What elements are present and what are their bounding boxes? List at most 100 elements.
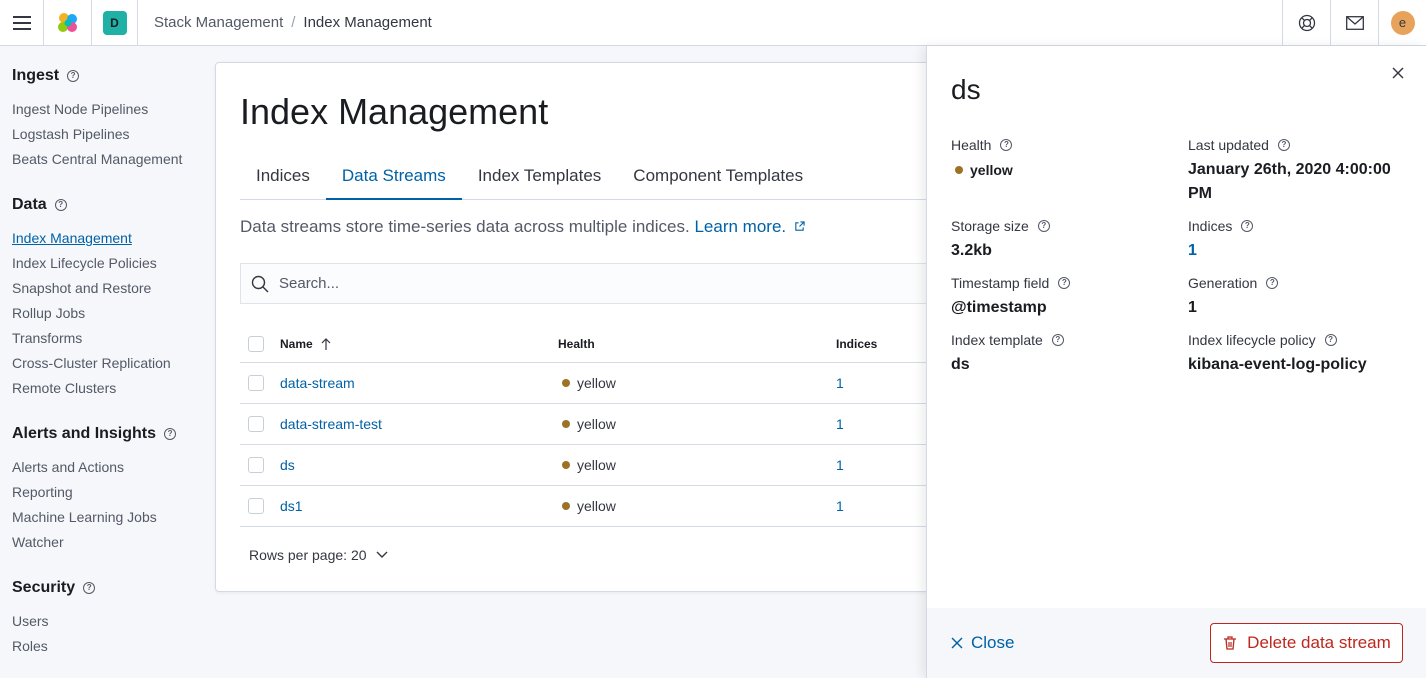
search-icon xyxy=(251,275,269,292)
space-selector[interactable]: D xyxy=(92,0,138,46)
field-value: ds xyxy=(951,356,970,373)
question-icon[interactable]: ? xyxy=(1266,277,1279,289)
sidebar-item-alerts-and-actions[interactable]: Alerts and Actions xyxy=(12,455,210,480)
sidebar-item-machine-learning-jobs[interactable]: Machine Learning Jobs xyxy=(12,505,210,530)
breadcrumb-separator: / xyxy=(291,14,296,31)
rows-per-page-label: Rows per page: 20 xyxy=(249,547,367,563)
field-label: Storage size xyxy=(951,218,1029,234)
sidebar-item-remote-clusters[interactable]: Remote Clusters xyxy=(12,376,210,401)
learn-more-link[interactable]: Learn more. xyxy=(694,217,805,236)
close-button-label: Close xyxy=(971,633,1015,652)
sidebar-item-watcher[interactable]: Watcher xyxy=(12,530,210,555)
sidebar-item-logstash-pipelines[interactable]: Logstash Pipelines xyxy=(12,122,210,147)
help-menu-button[interactable] xyxy=(1282,0,1330,46)
indices-count-link[interactable]: 1 xyxy=(836,416,844,432)
health-status: yellow xyxy=(577,375,616,391)
sidebar-item-users[interactable]: Users xyxy=(12,609,210,634)
row-checkbox[interactable] xyxy=(248,416,264,432)
sidebar-item-reporting[interactable]: Reporting xyxy=(12,480,210,505)
delete-data-stream-button[interactable]: Delete data stream xyxy=(1210,623,1403,663)
sidebar-item-transforms[interactable]: Transforms xyxy=(12,326,210,351)
question-icon[interactable]: ? xyxy=(83,582,96,594)
health-dot-icon xyxy=(562,461,570,469)
indices-count-link[interactable]: 1 xyxy=(836,498,844,514)
sidebar-item-snapshot-and-restore[interactable]: Snapshot and Restore xyxy=(12,276,210,301)
nav-group-title-text: Security xyxy=(12,579,76,596)
flyout-title: ds xyxy=(951,74,981,105)
hamburger-icon xyxy=(12,15,31,30)
data-stream-name-link[interactable]: data-stream xyxy=(280,375,355,391)
tab-data-streams[interactable]: Data Streams xyxy=(325,159,462,200)
nav-group-title: Alerts and Insights? xyxy=(12,422,210,446)
nav-group-title-text: Alerts and Insights xyxy=(12,425,157,442)
search-input[interactable] xyxy=(279,275,879,292)
table-header-row: Name Health Indices xyxy=(240,325,976,363)
tab-index-templates[interactable]: Index Templates xyxy=(462,159,617,200)
row-checkbox[interactable] xyxy=(248,498,264,514)
column-header-name[interactable]: Name xyxy=(280,337,558,351)
sidebar-item-rollup-jobs[interactable]: Rollup Jobs xyxy=(12,301,210,326)
indices-count-link[interactable]: 1 xyxy=(836,457,844,473)
row-checkbox[interactable] xyxy=(248,457,264,473)
menu-button[interactable] xyxy=(0,0,44,46)
sidebar-item-roles[interactable]: Roles xyxy=(12,634,210,659)
field-generation: Generation? 1 xyxy=(1188,274,1418,320)
field-label: Index template xyxy=(951,332,1043,348)
field-value: @timestamp xyxy=(951,299,1047,316)
tab-indices[interactable]: Indices xyxy=(240,159,326,200)
nav-group-security: Security? Users Roles xyxy=(12,576,210,659)
data-stream-detail-flyout: ds Health? yellow Last updated? January … xyxy=(926,46,1426,678)
sidebar-item-cross-cluster-replication[interactable]: Cross-Cluster Replication xyxy=(12,351,210,376)
question-icon[interactable]: ? xyxy=(54,199,67,211)
elastic-logo[interactable] xyxy=(44,0,92,46)
table-row: ds1 yellow 1 xyxy=(240,486,976,527)
user-avatar: e xyxy=(1390,10,1415,35)
question-icon[interactable]: ? xyxy=(164,428,177,440)
close-icon xyxy=(951,637,963,649)
health-dot-icon xyxy=(562,379,570,387)
table-row: ds yellow 1 xyxy=(240,445,976,486)
tab-component-templates[interactable]: Component Templates xyxy=(617,159,819,200)
field-value: January 26th, 2020 4:00:00 PM xyxy=(1188,161,1391,202)
newsfeed-button[interactable] xyxy=(1330,0,1378,46)
sidebar-item-index-management[interactable]: Index Management xyxy=(12,226,210,251)
page-description: Data streams store time-series data acro… xyxy=(240,217,805,237)
breadcrumb-stack-management[interactable]: Stack Management xyxy=(154,14,283,31)
sidebar-item-ingest-node-pipelines[interactable]: Ingest Node Pipelines xyxy=(12,97,210,122)
space-avatar: D xyxy=(102,10,127,35)
question-icon[interactable]: ? xyxy=(1058,277,1071,289)
user-menu-button[interactable]: e xyxy=(1378,0,1426,46)
row-checkbox[interactable] xyxy=(248,375,264,391)
learn-more-text: Learn more. xyxy=(694,217,787,236)
data-stream-name-link[interactable]: data-stream-test xyxy=(280,416,382,432)
data-stream-name-link[interactable]: ds1 xyxy=(280,498,303,514)
question-icon[interactable]: ? xyxy=(1241,220,1254,232)
field-label: Generation xyxy=(1188,275,1258,291)
question-icon[interactable]: ? xyxy=(1000,139,1013,151)
sidebar-item-beats-central-management[interactable]: Beats Central Management xyxy=(12,147,210,172)
external-link-icon xyxy=(795,221,805,231)
select-all-checkbox[interactable] xyxy=(248,335,264,352)
question-icon[interactable]: ? xyxy=(1277,139,1290,151)
close-icon[interactable] xyxy=(1392,67,1404,79)
field-label: Last updated xyxy=(1188,137,1269,153)
question-icon[interactable]: ? xyxy=(1051,334,1064,346)
field-label: Health xyxy=(951,137,992,153)
question-icon[interactable]: ? xyxy=(1324,334,1337,346)
health-dot-icon xyxy=(562,420,570,428)
field-label: Index lifecycle policy xyxy=(1188,332,1316,348)
rows-per-page-selector[interactable]: Rows per page: 20 xyxy=(249,547,389,563)
mail-icon xyxy=(1345,15,1364,30)
nav-group-title-text: Data xyxy=(12,196,47,213)
nav-group-ingest: Ingest? Ingest Node Pipelines Logstash P… xyxy=(12,64,210,172)
indices-link[interactable]: 1 xyxy=(1188,239,1418,263)
health-status: yellow xyxy=(577,457,616,473)
close-button[interactable]: Close xyxy=(951,633,1014,653)
nav-group-alerts-and-insights: Alerts and Insights? Alerts and Actions … xyxy=(12,422,210,555)
question-icon[interactable]: ? xyxy=(1037,220,1050,232)
question-icon[interactable]: ? xyxy=(67,70,80,82)
indices-count-link[interactable]: 1 xyxy=(836,375,844,391)
sidebar-item-index-lifecycle-policies[interactable]: Index Lifecycle Policies xyxy=(12,251,210,276)
data-stream-name-link[interactable]: ds xyxy=(280,457,295,473)
nav-group-title: Data? xyxy=(12,193,210,217)
